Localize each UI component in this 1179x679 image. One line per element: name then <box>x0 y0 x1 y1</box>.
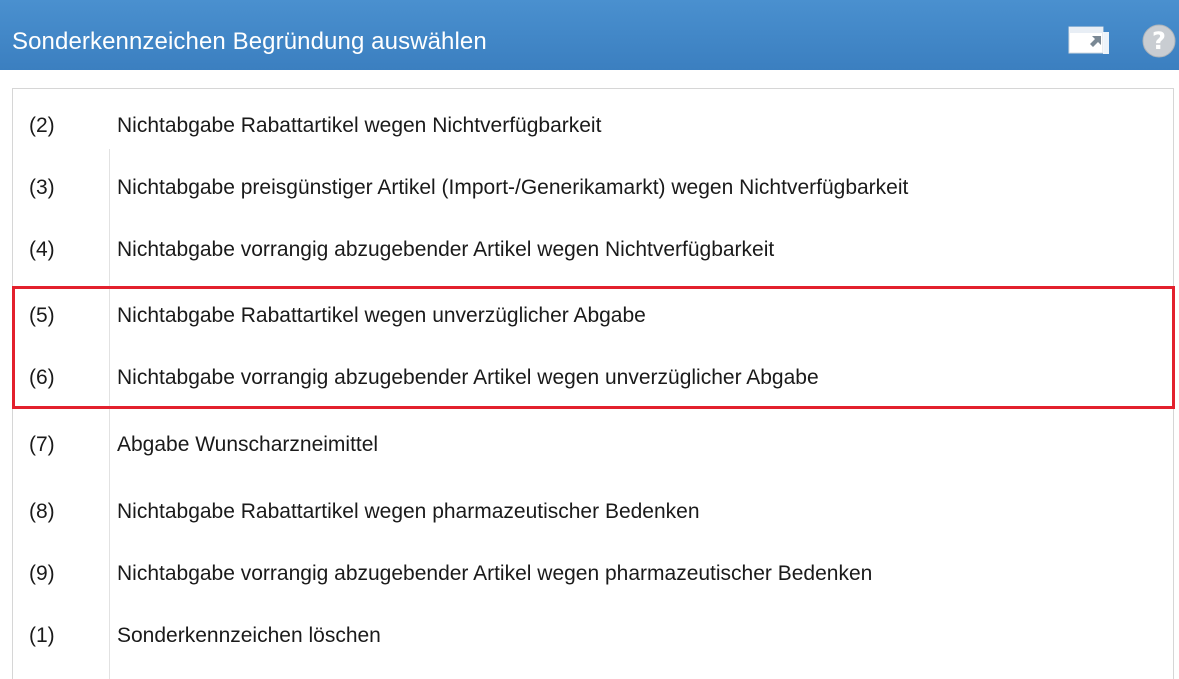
item-label: Sonderkennzeichen löschen <box>117 624 381 647</box>
item-label: Nichtabgabe vorrangig abzugebender Artik… <box>117 238 775 261</box>
item-code: (9) <box>29 562 55 585</box>
svg-text:?: ? <box>1152 27 1166 55</box>
dialog-window: Sonderkennzeichen Begründung auswählen ?… <box>0 0 1179 679</box>
item-code: (7) <box>29 433 55 456</box>
reason-list: (2) Nichtabgabe Rabattartikel wegen Nich… <box>12 88 1174 679</box>
dialog-title: Sonderkennzeichen Begründung auswählen <box>12 28 487 55</box>
item-code: (6) <box>29 366 55 389</box>
window-arrow-icon <box>1068 26 1109 54</box>
item-code: (1) <box>29 624 55 647</box>
list-item-1[interactable]: (1) Sonderkennzeichen löschen <box>13 605 1173 667</box>
list-item-3[interactable]: (3) Nichtabgabe preisgünstiger Artikel (… <box>13 157 1173 219</box>
list-item-2[interactable]: (2) Nichtabgabe Rabattartikel wegen Nich… <box>13 95 1173 157</box>
item-code: (3) <box>29 176 55 199</box>
item-label: Nichtabgabe Rabattartikel wegen Nichtver… <box>117 114 602 137</box>
item-label: Nichtabgabe preisgünstiger Artikel (Impo… <box>117 176 909 199</box>
item-label: Nichtabgabe vorrangig abzugebender Artik… <box>117 366 819 389</box>
item-code: (8) <box>29 500 55 523</box>
list-item-6[interactable]: (6) Nichtabgabe vorrangig abzugebender A… <box>13 347 1173 409</box>
title-bar: Sonderkennzeichen Begründung auswählen ? <box>0 0 1179 70</box>
item-label: Nichtabgabe Rabattartikel wegen pharmaze… <box>117 500 700 523</box>
window-arrow-button[interactable] <box>1068 26 1112 56</box>
item-label: Nichtabgabe vorrangig abzugebender Artik… <box>117 562 873 585</box>
list-item-9[interactable]: (9) Nichtabgabe vorrangig abzugebender A… <box>13 543 1173 605</box>
item-label: Nichtabgabe Rabattartikel wegen unverzüg… <box>117 304 646 327</box>
help-icon: ? <box>1142 24 1176 58</box>
list-item-8[interactable]: (8) Nichtabgabe Rabattartikel wegen phar… <box>13 481 1173 543</box>
item-code: (2) <box>29 114 55 137</box>
list-item-5[interactable]: (5) Nichtabgabe Rabattartikel wegen unve… <box>13 285 1173 347</box>
help-button[interactable]: ? <box>1141 23 1177 59</box>
item-code: (5) <box>29 304 55 327</box>
item-label: Abgabe Wunscharzneimittel <box>117 433 379 456</box>
list-item-4[interactable]: (4) Nichtabgabe vorrangig abzugebender A… <box>13 219 1173 281</box>
list-item-7[interactable]: (7) Abgabe Wunscharzneimittel <box>13 414 1173 476</box>
item-code: (4) <box>29 238 55 261</box>
